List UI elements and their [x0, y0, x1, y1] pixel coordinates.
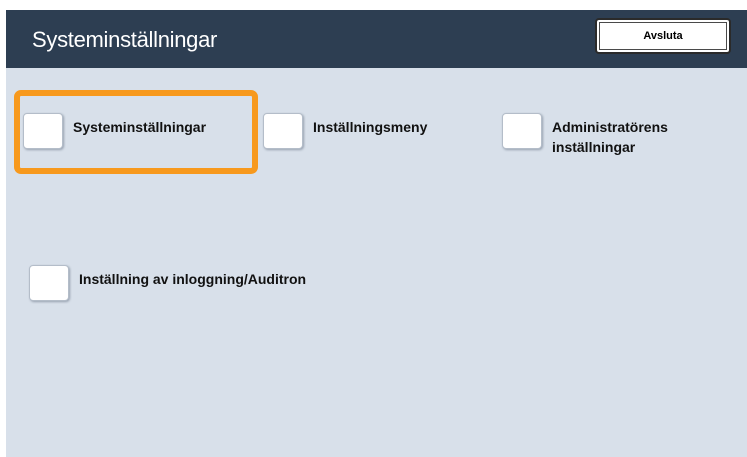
- option-label: Systeminställningar: [73, 119, 207, 135]
- option-label: Inställningsmeny: [313, 119, 428, 135]
- option-label-line2: inställningar: [552, 139, 636, 155]
- option-checkbox[interactable]: [23, 113, 63, 149]
- option-checkbox[interactable]: [502, 113, 542, 149]
- setup-screen: Systeminställningar Avsluta Systeminstäl…: [6, 10, 747, 457]
- option-settings-menu[interactable]: Inställningsmeny: [263, 113, 473, 153]
- option-label-line1: Administratörens: [552, 119, 668, 135]
- option-system-settings[interactable]: Systeminställningar: [23, 113, 253, 153]
- title-bar: Systeminställningar Avsluta: [6, 10, 747, 68]
- option-admin-settings[interactable]: Administratörens inställningar: [502, 113, 702, 161]
- option-label: Inställning av inloggning/Auditron: [79, 271, 307, 287]
- exit-button[interactable]: Avsluta: [595, 18, 731, 54]
- option-checkbox[interactable]: [263, 113, 303, 149]
- page-title: Systeminställningar: [32, 27, 218, 52]
- option-login-auditron[interactable]: Inställning av inloggning/Auditron: [29, 265, 369, 305]
- option-checkbox[interactable]: [29, 265, 69, 301]
